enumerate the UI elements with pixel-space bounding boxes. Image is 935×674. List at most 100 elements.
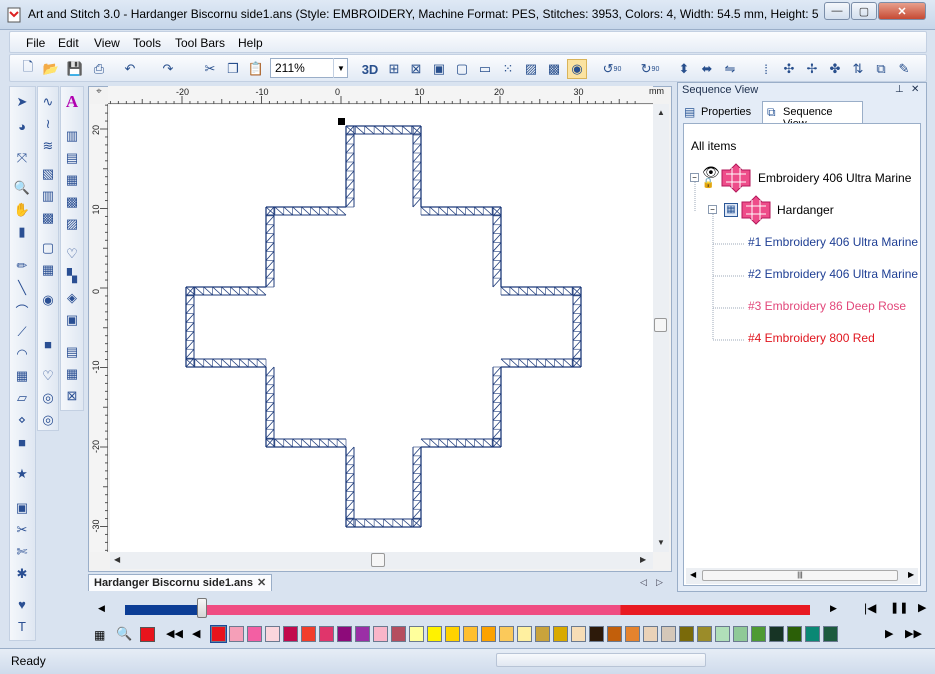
- palette-swatch[interactable]: [283, 626, 298, 642]
- palette-swatch[interactable]: [697, 626, 712, 642]
- cross-stitch-icon[interactable]: ▦: [39, 261, 57, 279]
- line-icon[interactable]: ╲: [13, 279, 31, 297]
- palette-swatch[interactable]: [355, 626, 370, 642]
- current-color-swatch[interactable]: [140, 627, 155, 642]
- pattern-icon[interactable]: ▩: [544, 59, 564, 79]
- points-icon[interactable]: ⁙: [498, 59, 518, 79]
- pattern-c-icon[interactable]: ▨: [63, 215, 81, 233]
- frame-pattern-icon[interactable]: ▣: [63, 311, 81, 329]
- stitch-timeline[interactable]: [125, 604, 810, 615]
- copy-icon[interactable]: ❐: [223, 59, 243, 79]
- tree-item[interactable]: #4 Embroidery 800 Red: [748, 331, 875, 345]
- palette-swatch[interactable]: [427, 626, 442, 642]
- zoom-icon[interactable]: 🔍: [13, 179, 31, 197]
- redo-icon[interactable]: ↷: [158, 59, 178, 79]
- cut-icon[interactable]: ✂: [200, 59, 220, 79]
- palette-swatch[interactable]: [679, 626, 694, 642]
- palette-swatch[interactable]: [409, 626, 424, 642]
- wave-pattern-icon[interactable]: ▚: [63, 267, 81, 285]
- curve-icon[interactable]: ⌒: [13, 301, 31, 319]
- diamond-pattern-icon[interactable]: ◈: [63, 289, 81, 307]
- palette-swatch[interactable]: [229, 626, 244, 642]
- vertical-scrollbar[interactable]: ▲ ▼: [653, 104, 669, 552]
- circle-array-icon[interactable]: ✣: [779, 59, 799, 79]
- polyline-icon[interactable]: ⟋: [13, 323, 31, 341]
- palette-swatch[interactable]: [715, 626, 730, 642]
- scroll-right-icon[interactable]: ▶: [640, 555, 646, 564]
- pan-hand-icon[interactable]: ✋: [13, 201, 31, 219]
- pin-icon[interactable]: ⊥: [895, 84, 904, 95]
- tree-item[interactable]: #3 Embroidery 86 Deep Rose: [748, 299, 906, 313]
- palette-swatch[interactable]: [463, 626, 478, 642]
- flip-vertical-icon[interactable]: ⬍: [674, 59, 694, 79]
- grid-view-icon[interactable]: ▦: [94, 628, 105, 642]
- lock-icon[interactable]: 🔒: [702, 178, 714, 189]
- palette-swatch[interactable]: [589, 626, 604, 642]
- scroll-up-icon[interactable]: ▲: [657, 108, 665, 117]
- columns-icon[interactable]: ▥: [63, 127, 81, 145]
- save-icon[interactable]: 💾: [65, 59, 85, 79]
- rotate-left-icon[interactable]: ↺ 90: [602, 59, 622, 79]
- tree-scroll-thumb[interactable]: |||: [702, 570, 898, 581]
- play-icon[interactable]: ▶: [918, 601, 926, 614]
- grid-icon[interactable]: ⊞: [384, 59, 404, 79]
- palette-next-icon[interactable]: ▶: [885, 627, 893, 640]
- machine-icon[interactable]: ▭: [475, 59, 495, 79]
- flip-horizontal-icon[interactable]: ⬌: [697, 59, 717, 79]
- tree-subgroup-label[interactable]: Hardanger: [777, 203, 834, 217]
- tab-next-icon[interactable]: ▷: [656, 577, 663, 588]
- satin-stitch-icon[interactable]: ▥: [39, 187, 57, 205]
- start-point-marker[interactable]: [338, 118, 345, 125]
- notes-icon[interactable]: ✎: [894, 59, 914, 79]
- scroll-left-icon[interactable]: ◀: [690, 570, 696, 579]
- bean-stitch-icon[interactable]: ≋: [39, 137, 57, 155]
- palette-swatch[interactable]: [499, 626, 514, 642]
- block-grey-icon[interactable]: ▤: [63, 149, 81, 167]
- open-folder-icon[interactable]: 📂: [41, 59, 61, 79]
- menu-view[interactable]: View: [94, 36, 120, 50]
- color-wand-icon[interactable]: ✱: [13, 565, 31, 583]
- embroidery-canvas[interactable]: [110, 105, 653, 552]
- timeline-back-icon[interactable]: ◀: [98, 603, 105, 614]
- paste-icon[interactable]: 📋: [246, 59, 266, 79]
- timeline-slider-thumb[interactable]: [197, 598, 208, 618]
- applique-icon[interactable]: ▢: [39, 239, 57, 257]
- shape-icon[interactable]: ▦: [13, 367, 31, 385]
- eraser-icon[interactable]: ▱: [13, 389, 31, 407]
- palette-swatch[interactable]: [319, 626, 334, 642]
- rotate-right-icon[interactable]: ↻ 90: [640, 59, 660, 79]
- menu-edit[interactable]: Edit: [58, 36, 79, 50]
- block-icon[interactable]: ■: [39, 335, 57, 353]
- panel-close-icon[interactable]: ✕: [911, 84, 919, 95]
- scroll-down-icon[interactable]: ▼: [657, 538, 665, 547]
- running-stitch-icon[interactable]: ∿: [39, 93, 57, 111]
- vertical-scroll-thumb[interactable]: [654, 318, 667, 332]
- horizontal-scrollbar[interactable]: ◀ ▶: [110, 552, 653, 569]
- node-point-icon[interactable]: ◉: [39, 291, 57, 309]
- crosshair-icon[interactable]: ⊠: [406, 59, 426, 79]
- new-file-icon[interactable]: 🗋: [18, 59, 38, 79]
- palette-swatch[interactable]: [535, 626, 550, 642]
- hoop-icon[interactable]: ▢: [452, 59, 472, 79]
- pattern-a-icon[interactable]: ▦: [63, 171, 81, 189]
- tab-properties[interactable]: ▤ Properties: [681, 103, 761, 123]
- motif-fill-icon[interactable]: ▩: [39, 209, 57, 227]
- palette-swatch[interactable]: [373, 626, 388, 642]
- tab-sequence-view[interactable]: ⧉ Sequence View: [762, 101, 863, 130]
- palette-swatch[interactable]: [607, 626, 622, 642]
- palette-swatch[interactable]: [571, 626, 586, 642]
- palette-swatch[interactable]: [301, 626, 316, 642]
- star-icon[interactable]: ★: [13, 465, 31, 483]
- palette-swatch[interactable]: [643, 626, 658, 642]
- maximize-button[interactable]: ▢: [851, 2, 877, 20]
- palette-swatch[interactable]: [733, 626, 748, 642]
- menu-tools[interactable]: Tools: [133, 36, 161, 50]
- sort-icon[interactable]: ⇅: [848, 59, 868, 79]
- palette-swatch[interactable]: [823, 626, 838, 642]
- group-icon[interactable]: ⧉: [871, 59, 891, 79]
- palette-first-icon[interactable]: ◀◀: [166, 627, 183, 640]
- view-3d-button[interactable]: 3D: [360, 59, 380, 79]
- check-pattern-icon[interactable]: ▦: [63, 365, 81, 383]
- palette-last-icon[interactable]: ▶▶: [905, 627, 922, 640]
- text-a-icon[interactable]: A: [63, 92, 81, 111]
